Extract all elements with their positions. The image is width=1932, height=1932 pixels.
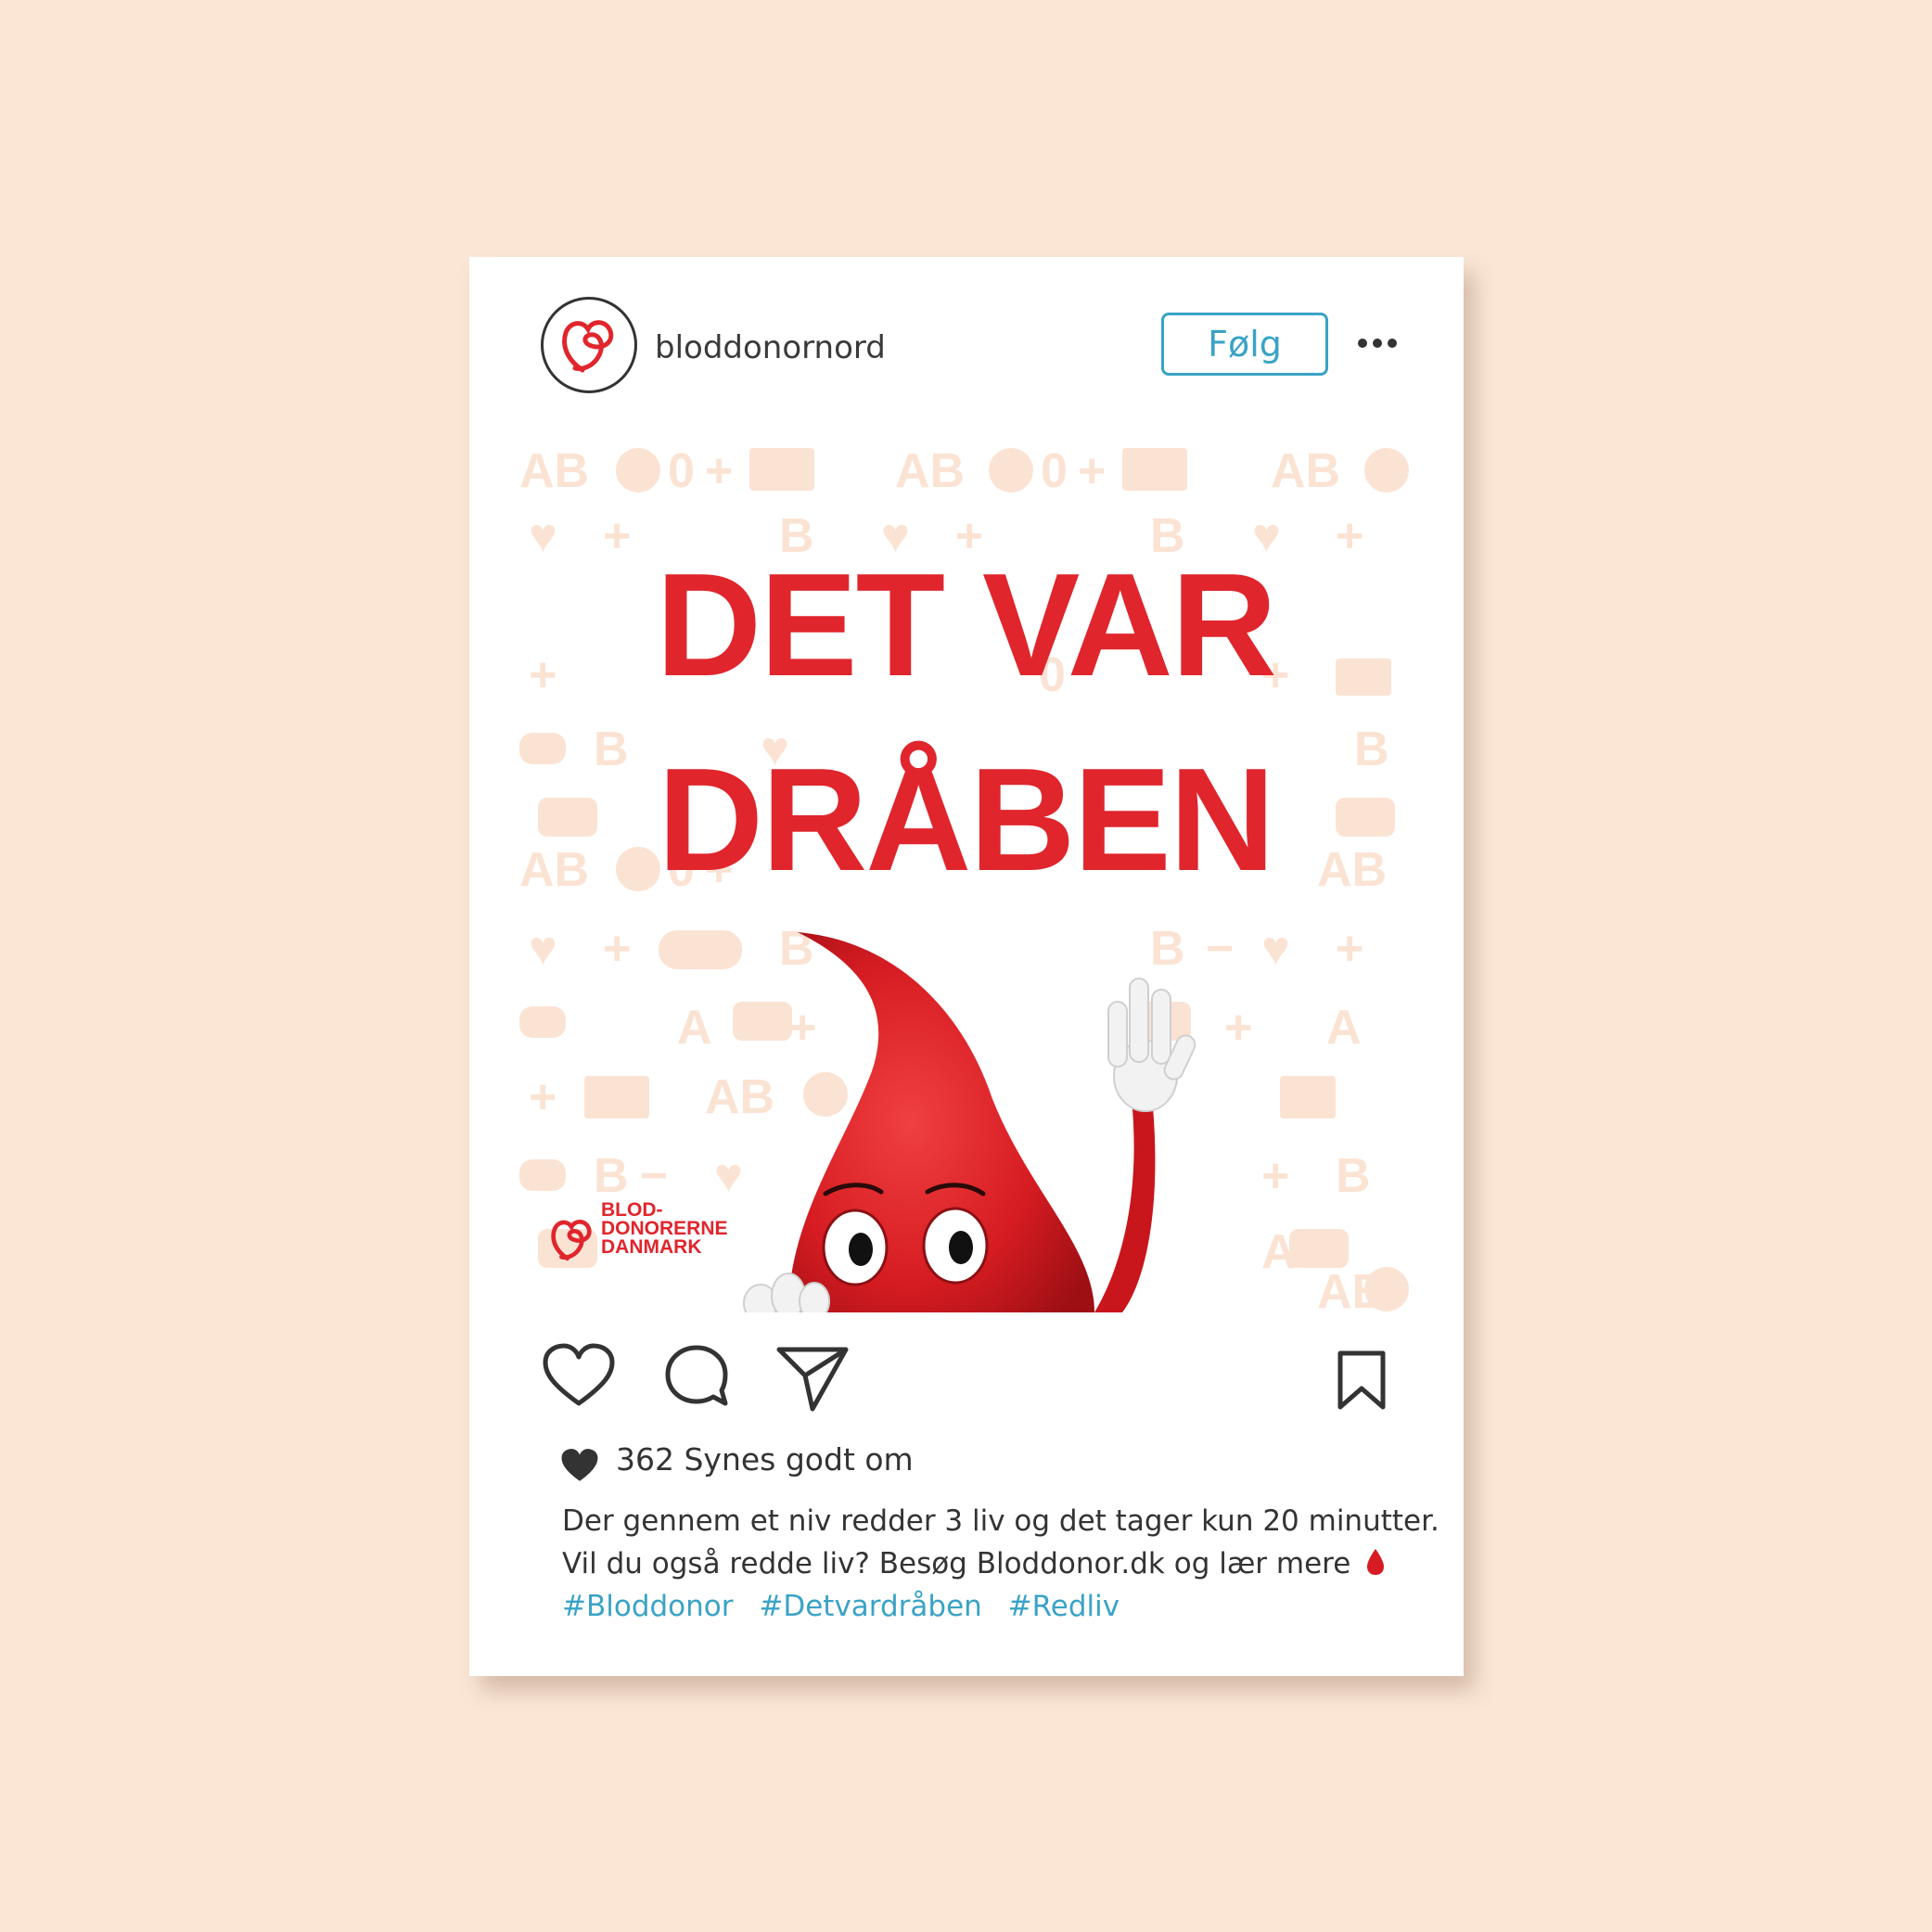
- svg-text:+: +: [1261, 1149, 1289, 1203]
- likes-count[interactable]: 362 Synes godt om: [616, 1441, 914, 1478]
- brand-wordmark: BLOD- DONORERNE DANMARK: [601, 1199, 728, 1258]
- brand-heart-icon: [562, 320, 614, 373]
- svg-text:♥: ♥: [1261, 922, 1290, 976]
- svg-text:B: B: [594, 1149, 629, 1203]
- svg-text:♥: ♥: [529, 922, 557, 976]
- hashtag-link[interactable]: #Bloddonor: [562, 1590, 734, 1623]
- send-icon[interactable]: [775, 1344, 850, 1413]
- headline-line-2: DRÅBEN: [658, 738, 1275, 902]
- hashtag-link[interactable]: #Detvardråben: [759, 1590, 981, 1623]
- svg-text:AB: AB: [1271, 444, 1340, 498]
- comment-icon[interactable]: [662, 1342, 731, 1411]
- brand-line: BLOD-: [601, 1199, 663, 1221]
- brand-line: DONORERNE: [601, 1218, 728, 1239]
- svg-text:A: A: [677, 1001, 712, 1055]
- bookmark-icon[interactable]: [1336, 1350, 1388, 1413]
- svg-text:−: −: [640, 1149, 668, 1203]
- svg-text:0: 0: [1041, 444, 1068, 498]
- svg-text:+: +: [529, 1070, 557, 1124]
- svg-text:AB: AB: [519, 444, 589, 498]
- caption-line: Der gennem et niv redder 3 liv og det ta…: [562, 1504, 1439, 1538]
- post-header: bloddonornord Følg: [469, 257, 1464, 433]
- svg-text:+: +: [1336, 922, 1363, 976]
- profile-avatar[interactable]: [541, 297, 637, 393]
- svg-text:0: 0: [668, 444, 695, 498]
- svg-text:+: +: [1224, 1001, 1252, 1055]
- svg-text:A: A: [1326, 1001, 1362, 1055]
- more-icon[interactable]: [1358, 331, 1399, 355]
- headline-line-1: DET VAR: [656, 544, 1277, 707]
- hashtags: #Bloddonor #Detvardråben #Redliv: [562, 1585, 1136, 1628]
- heart-filled-icon: [561, 1449, 598, 1481]
- post-caption: Der gennem et niv redder 3 liv og det ta…: [562, 1500, 1439, 1585]
- svg-text:+: +: [705, 444, 733, 498]
- caption-line: Vil du også redde liv? Besøg Bloddonor.d…: [562, 1542, 1434, 1585]
- follow-button[interactable]: Følg: [1161, 313, 1328, 376]
- post-image[interactable]: AB 0 + AB 0 + AB ♥ + B ♥ + B ♥ + +0 + B ♥ B AB 0 + AB: [519, 422, 1412, 1312]
- brand-heart-icon: [551, 1219, 592, 1261]
- brand-line: DANMARK: [601, 1236, 702, 1258]
- svg-text:+: +: [603, 922, 631, 976]
- blood-drop-icon: [1367, 1549, 1385, 1575]
- svg-text:B: B: [1336, 1149, 1371, 1203]
- blood-drop-mascot: [743, 932, 1196, 1312]
- instagram-post-card: bloddonornord Følg AB 0 + AB 0 + AB ♥ + B ♥ + B…: [469, 257, 1464, 1676]
- caption-text: Vil du også redde liv? Besøg Bloddonor.d…: [562, 1547, 1351, 1580]
- action-bar: [469, 1342, 1464, 1426]
- hashtag-link[interactable]: #Redliv: [1008, 1590, 1120, 1623]
- profile-username[interactable]: bloddonornord: [655, 329, 886, 366]
- svg-text:+: +: [1078, 444, 1106, 498]
- brand-logo: BLOD- DONORERNE DANMARK: [547, 1199, 751, 1275]
- heart-icon[interactable]: [542, 1342, 616, 1411]
- svg-text:AB: AB: [895, 444, 965, 498]
